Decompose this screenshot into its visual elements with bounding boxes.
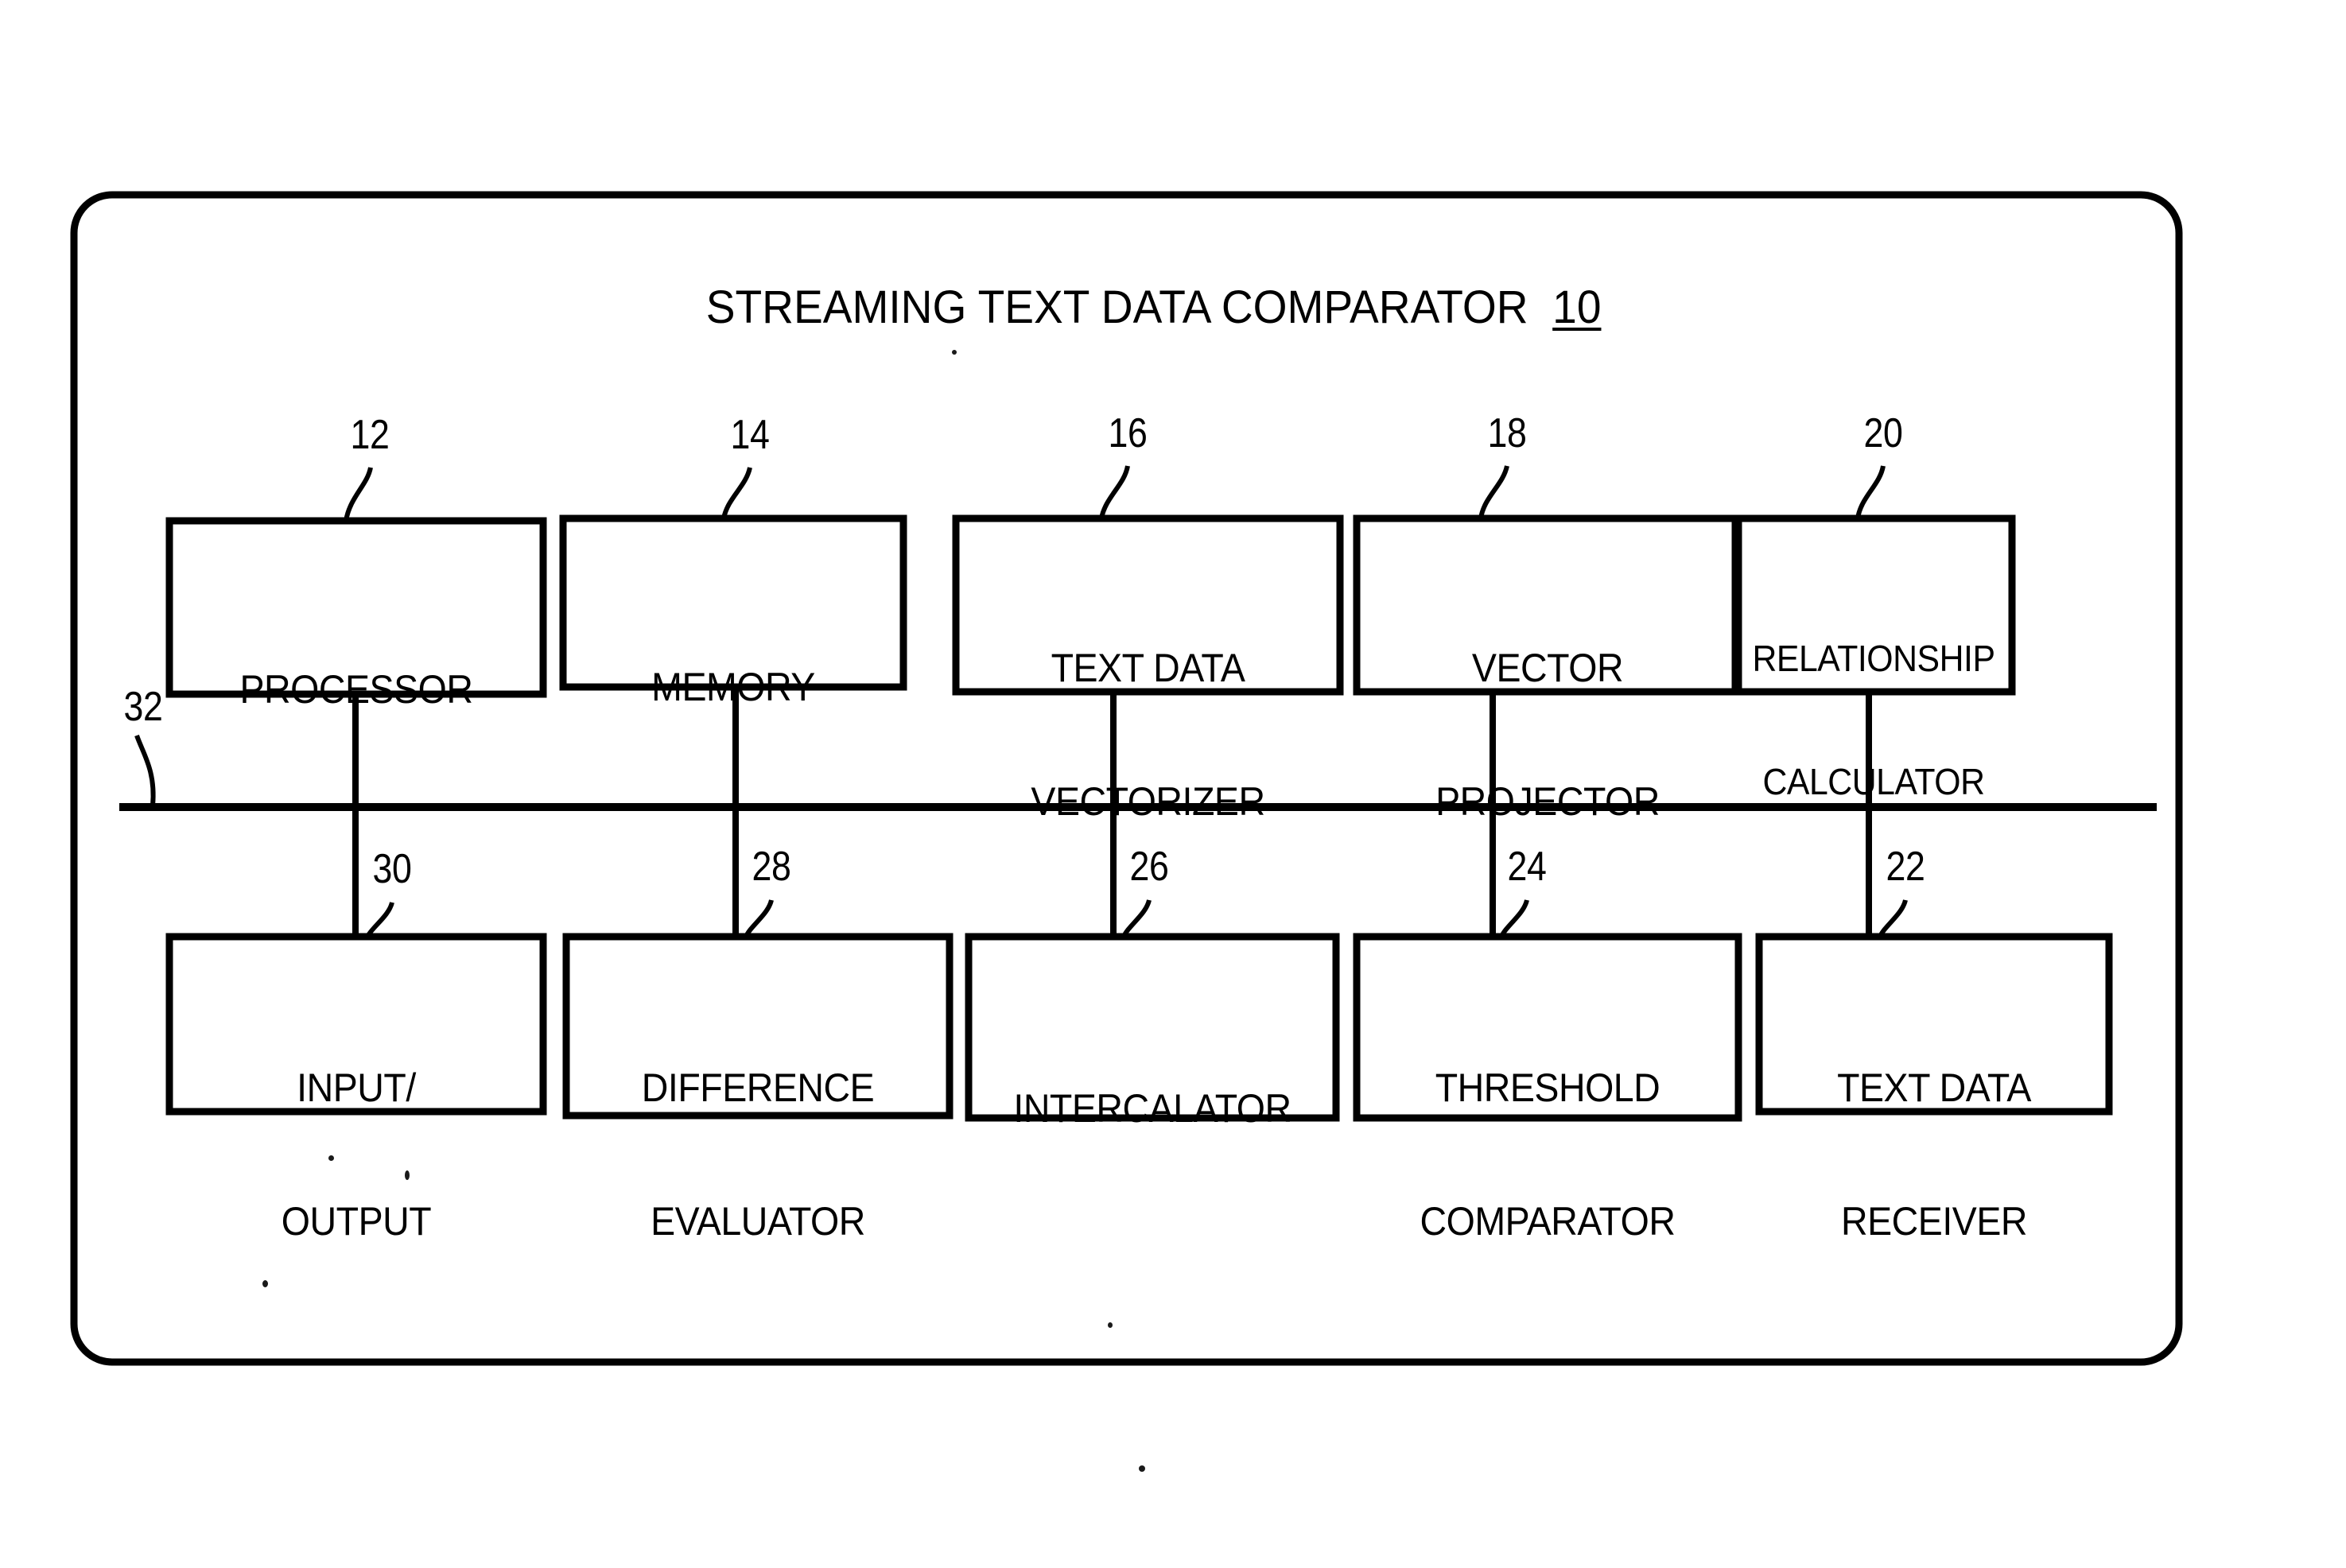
leader-line-14	[721, 467, 752, 519]
ref-numeral-18: 18	[1487, 410, 1527, 456]
patent-figure-canvas: STREAMING TEXT DATA COMPARATOR 10 12 14 …	[0, 0, 2346, 1568]
leader-line-32	[134, 735, 156, 806]
box-label-relationship-calculator: RELATIONSHIP CALCULATOR	[1742, 557, 2005, 884]
box-label-memory: MEMORY	[575, 582, 891, 793]
box-label-input-output-line1: INPUT/	[297, 1065, 416, 1110]
box-label-intercalator-line1: INTERCALATOR	[1013, 1086, 1291, 1131]
scan-speck	[405, 1170, 410, 1180]
leader-line-28	[744, 899, 774, 938]
box-label-difference-evaluator: DIFFERENCE EVALUATOR	[577, 976, 939, 1333]
ref-numeral-16: 16	[1108, 410, 1148, 456]
box-label-threshold-comparator-line1: THRESHOLD	[1435, 1065, 1660, 1110]
ref-numeral-24: 24	[1507, 844, 1547, 890]
box-label-threshold-comparator: THRESHOLD COMPARATOR	[1367, 976, 1728, 1333]
leader-line-12	[344, 467, 373, 522]
leader-line-20	[1855, 465, 1886, 519]
box-label-text-data-receiver-line1: TEXT DATA	[1837, 1065, 2031, 1110]
leader-line-22	[1878, 899, 1908, 938]
box-label-vector-projector-line2: PROJECTOR	[1435, 779, 1660, 824]
box-label-text-data-receiver-line2: RECEIVER	[1840, 1199, 2028, 1244]
scan-speck	[262, 1280, 268, 1287]
box-label-memory-line1: MEMORY	[651, 665, 815, 709]
box-label-vector-projector-line1: VECTOR	[1471, 646, 1624, 690]
box-label-text-data-receiver: TEXT DATA RECEIVER	[1771, 976, 2096, 1333]
box-label-threshold-comparator-line2: COMPARATOR	[1420, 1199, 1676, 1244]
scan-speck	[1108, 1322, 1113, 1328]
ref-numeral-26: 26	[1129, 844, 1169, 890]
box-label-processor: PROCESSOR	[182, 584, 530, 795]
ref-numeral-30: 30	[372, 846, 412, 892]
ref-numeral-32: 32	[123, 684, 163, 730]
ref-numeral-20: 20	[1863, 410, 1903, 456]
figure-title-ref: 10	[1552, 281, 1602, 334]
box-label-intercalator: INTERCALATOR	[978, 1003, 1326, 1214]
ref-numeral-12: 12	[350, 412, 390, 458]
leader-line-30	[365, 902, 394, 938]
figure-title: STREAMING TEXT DATA COMPARATOR 10	[540, 235, 1719, 381]
box-label-processor-line1: PROCESSOR	[239, 667, 473, 712]
box-label-relationship-calculator-line1: RELATIONSHIP	[1752, 638, 1995, 680]
scan-speck	[328, 1155, 334, 1161]
box-label-input-output-line2: OUTPUT	[281, 1199, 432, 1244]
box-label-text-data-vectorizer-line2: VECTORIZER	[1031, 779, 1265, 824]
box-label-difference-evaluator-line1: DIFFERENCE	[641, 1065, 875, 1110]
box-label-relationship-calculator-line2: CALCULATOR	[1762, 760, 1985, 802]
ref-numeral-14: 14	[730, 412, 770, 458]
scan-speck	[1139, 1465, 1145, 1472]
box-label-difference-evaluator-line2: EVALUATOR	[651, 1199, 865, 1244]
scan-speck	[952, 350, 957, 355]
ref-numeral-22: 22	[1886, 844, 1925, 890]
box-label-text-data-vectorizer-line1: TEXT DATA	[1051, 646, 1245, 690]
box-label-input-output: INPUT/ OUTPUT	[182, 976, 530, 1333]
leader-line-16	[1099, 465, 1130, 519]
leader-line-18	[1478, 465, 1509, 519]
ref-numeral-28: 28	[752, 844, 791, 890]
figure-title-text: STREAMING TEXT DATA COMPARATOR	[705, 281, 1528, 334]
